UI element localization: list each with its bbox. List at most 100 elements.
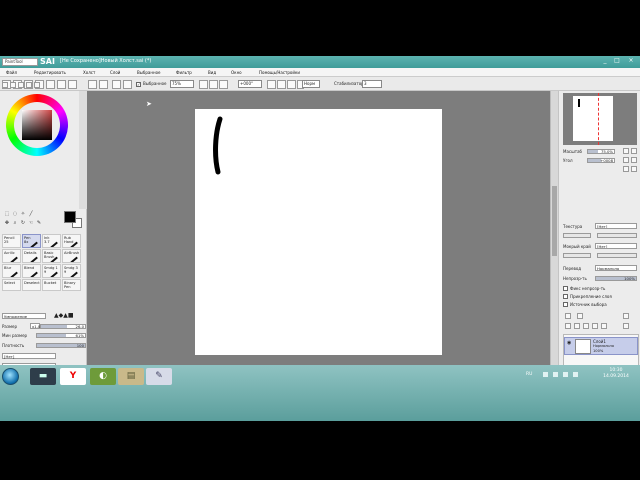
- scratchpad-tab[interactable]: [34, 82, 40, 88]
- menu-filter[interactable]: Фильтр: [176, 69, 192, 76]
- rotate-icon[interactable]: ↻: [20, 220, 26, 226]
- zoom-in-button[interactable]: [209, 80, 218, 89]
- brush-shape-dropdown[interactable]: [Нет]: [2, 353, 56, 359]
- taskbar-app-1-icon[interactable]: ▬: [30, 368, 56, 385]
- layer-up-button[interactable]: [623, 313, 629, 319]
- swatch-tab[interactable]: [26, 82, 32, 88]
- nav-rotate-right-button[interactable]: [631, 157, 637, 163]
- delete-layer-button[interactable]: [592, 323, 598, 329]
- clipping-checkbox[interactable]: [563, 294, 568, 299]
- effect-dropdown[interactable]: [Нет]: [595, 243, 637, 249]
- size-slider[interactable]: 26.0: [40, 324, 86, 329]
- canvas-paper[interactable]: [195, 109, 442, 355]
- taskbar-clock[interactable]: 10:30 14.09.2014: [596, 368, 636, 384]
- network-icon[interactable]: [563, 372, 568, 377]
- color-wheel-tab[interactable]: [2, 82, 8, 88]
- menu-canvas[interactable]: Холст: [83, 69, 95, 76]
- vertical-scrollbar[interactable]: [550, 91, 558, 378]
- brush-blend[interactable]: Blend: [22, 264, 41, 278]
- brush-details[interactable]: Details: [22, 249, 41, 263]
- hand-icon[interactable]: ☜: [28, 220, 34, 226]
- blend-mode-dropdown[interactable]: Умножение: [2, 313, 46, 319]
- menu-edit[interactable]: Редактировать: [34, 69, 66, 76]
- brush-bucket[interactable]: Bucket: [42, 279, 61, 291]
- brush-pen[interactable]: Pen 8x: [22, 234, 41, 248]
- paint-tool-sai-icon[interactable]: ✎: [146, 368, 172, 385]
- merge-down-button[interactable]: [574, 323, 580, 329]
- volume-icon[interactable]: [573, 372, 578, 377]
- menu-window[interactable]: Окно: [231, 69, 242, 76]
- tray-arrow-icon[interactable]: [543, 372, 548, 377]
- layer-mask-button[interactable]: [601, 323, 607, 329]
- rotate-reset-button[interactable]: [287, 80, 296, 89]
- canvas-area[interactable]: ➤: [87, 91, 550, 378]
- menu-view[interactable]: Вид: [208, 69, 216, 76]
- effect-strength-slider[interactable]: [597, 253, 637, 258]
- vertical-scroll-thumb[interactable]: [552, 186, 557, 256]
- magic-wand-icon[interactable]: ✧: [20, 211, 26, 217]
- menu-selection[interactable]: Выбранное: [137, 69, 161, 76]
- file-explorer-icon[interactable]: ▤: [118, 368, 144, 385]
- nav-zoom-in-button[interactable]: [631, 148, 637, 154]
- brush-blur[interactable]: Blur: [2, 264, 21, 278]
- nav-rotate-left-button[interactable]: [623, 157, 629, 163]
- move-icon[interactable]: ✥: [4, 220, 10, 226]
- layer-item[interactable]: ◉ Слой1 Нормально 100%: [564, 337, 638, 355]
- new-folder-button[interactable]: [577, 313, 583, 319]
- nav-zoom-slider[interactable]: 75.0%: [587, 149, 615, 154]
- rotate-left-button[interactable]: [267, 80, 276, 89]
- brush-basic[interactable]: Basic Brush: [42, 249, 61, 263]
- brush-ink[interactable]: Ink 3.7: [42, 234, 61, 248]
- selection-source-checkbox[interactable]: [563, 302, 568, 307]
- density-slider[interactable]: 100: [36, 343, 86, 348]
- menu-layer[interactable]: Слой: [110, 69, 120, 76]
- hsv-slider-tab[interactable]: [18, 82, 24, 88]
- texture-dropdown[interactable]: [Нет]: [595, 223, 637, 229]
- angle-dropdown[interactable]: +000°: [238, 80, 262, 88]
- rect-select-icon[interactable]: ⬚: [4, 211, 10, 217]
- brush-smudge-3[interactable]: Smdg 39: [62, 264, 81, 278]
- rotate-right-button[interactable]: [277, 80, 286, 89]
- nav-angle-slider[interactable]: +0008: [587, 158, 615, 163]
- zoom-reset-button[interactable]: [219, 80, 228, 89]
- brush-shape-icons[interactable]: ▲◆▲■: [54, 313, 74, 319]
- effect-width-slider[interactable]: [563, 253, 591, 258]
- yandex-browser-icon[interactable]: Y: [60, 368, 86, 385]
- brush-acrilic[interactable]: Acrilic: [2, 249, 21, 263]
- eye-icon[interactable]: ◉: [567, 341, 572, 346]
- rgb-slider-tab[interactable]: [10, 82, 16, 88]
- tray-flag-icon[interactable]: [553, 372, 558, 377]
- selection-checkbox[interactable]: ✓: [136, 82, 141, 87]
- transfer-down-button[interactable]: [565, 323, 571, 329]
- close-button[interactable]: ×: [626, 57, 636, 65]
- color-wheel[interactable]: [6, 94, 68, 156]
- layer-opacity-slider[interactable]: 100%: [595, 276, 637, 281]
- menu-help[interactable]: Помощь/Настройки: [259, 69, 300, 76]
- invert-selection-button[interactable]: [123, 80, 132, 89]
- clear-layer-button[interactable]: [583, 323, 589, 329]
- zoom-icon[interactable]: ⌕: [12, 220, 18, 226]
- stabilizer-dropdown[interactable]: 3: [362, 80, 382, 88]
- texture-scale-slider[interactable]: [563, 233, 591, 238]
- navigator-preview[interactable]: [563, 93, 637, 145]
- nav-zoom-out-button[interactable]: [623, 148, 629, 154]
- brush-deselect[interactable]: Deselect: [22, 279, 41, 291]
- saturation-value-square[interactable]: [22, 110, 52, 140]
- minimize-button[interactable]: _: [600, 57, 610, 65]
- start-button[interactable]: [2, 368, 19, 385]
- brush-select[interactable]: Select: [2, 279, 21, 291]
- undo-button[interactable]: [88, 80, 97, 89]
- min-size-slider[interactable]: 61%: [36, 333, 86, 338]
- maximize-button[interactable]: □: [612, 57, 622, 65]
- nav-reset-button[interactable]: [631, 166, 637, 172]
- language-indicator[interactable]: RU: [526, 372, 532, 377]
- panel-scroll-strip[interactable]: [79, 91, 87, 209]
- picker-icon[interactable]: ✎: [36, 220, 42, 226]
- new-layer-button[interactable]: [565, 313, 571, 319]
- brush-pencil[interactable]: Pencil 25: [2, 234, 21, 248]
- size-multiplier-dropdown[interactable]: x1.0: [30, 323, 40, 329]
- primary-color-swatch[interactable]: [64, 211, 76, 223]
- brush-airbrush[interactable]: AirBrush: [62, 249, 81, 263]
- deselect-button[interactable]: [112, 80, 121, 89]
- taskbar-app-3-icon[interactable]: ◐: [90, 368, 116, 385]
